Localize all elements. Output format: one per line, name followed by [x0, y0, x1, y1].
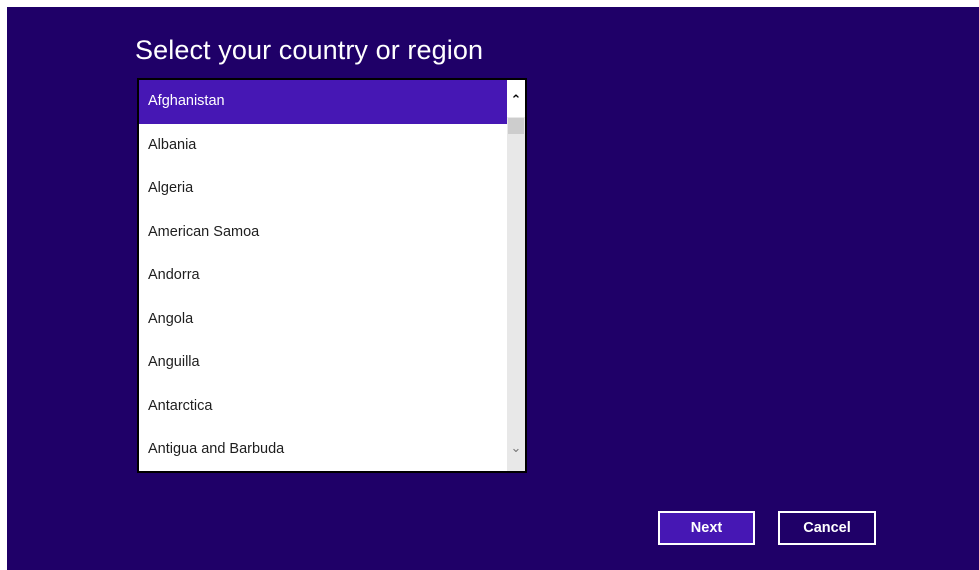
chevron-up-icon[interactable]: ⌃: [507, 80, 525, 117]
next-button[interactable]: Next: [658, 511, 755, 545]
setup-screen: Select your country or region Afghanista…: [7, 7, 979, 570]
list-item-american-samoa[interactable]: American Samoa: [139, 211, 507, 255]
list-scrollbar[interactable]: ⌃ ⌄: [507, 80, 525, 471]
list-item-antigua-and-barbuda[interactable]: Antigua and Barbuda: [139, 428, 507, 471]
country-listbox[interactable]: Afghanistan Albania Algeria American Sam…: [137, 78, 527, 473]
page-title: Select your country or region: [135, 35, 484, 65]
chevron-down-icon[interactable]: ⌄: [507, 433, 525, 471]
cancel-button[interactable]: Cancel: [778, 511, 876, 545]
list-item-angola[interactable]: Angola: [139, 298, 507, 342]
scrollbar-thumb[interactable]: [508, 118, 524, 134]
list-item-antarctica[interactable]: Antarctica: [139, 385, 507, 429]
list-item-albania[interactable]: Albania: [139, 124, 507, 168]
list-item-anguilla[interactable]: Anguilla: [139, 341, 507, 385]
list-item-afghanistan[interactable]: Afghanistan: [139, 80, 507, 124]
list-item-andorra[interactable]: Andorra: [139, 254, 507, 298]
list-item-algeria[interactable]: Algeria: [139, 167, 507, 211]
country-list: Afghanistan Albania Algeria American Sam…: [139, 80, 507, 471]
